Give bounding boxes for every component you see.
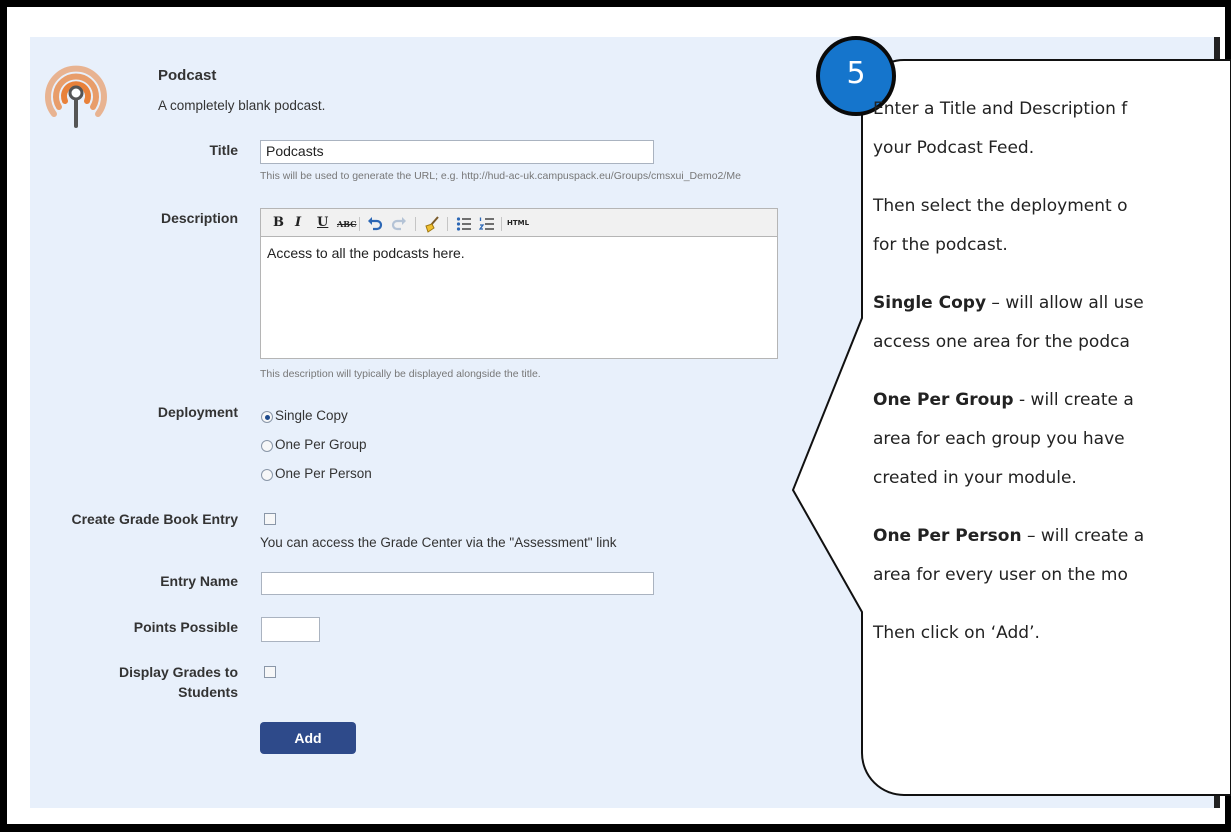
callout-line: access one area for the podca	[873, 332, 1130, 352]
callout-line: created in your module.	[873, 468, 1077, 488]
callout-line: Then select the deployment o	[873, 196, 1128, 216]
callout-line: Enter a Title and Description f	[873, 99, 1128, 119]
callout-bold-term: Single Copy	[873, 293, 987, 313]
callout-term-text: - will create a	[1013, 390, 1134, 410]
callout-bubble	[791, 59, 1231, 796]
callout-bold-term: One Per Group	[873, 390, 1014, 410]
callout-one-per-group: One Per Group - will create a	[873, 387, 1134, 413]
callout-line: your Podcast Feed.	[873, 138, 1035, 158]
callout-line: Then click on ‘Add’.	[873, 623, 1040, 643]
callout-line: for the podcast.	[873, 235, 1008, 255]
callout-term-text: – will allow all use	[986, 293, 1144, 313]
callout-single-copy: Single Copy – will allow all use	[873, 290, 1144, 316]
callout-line: area for each group you have	[873, 429, 1125, 449]
callout-one-per-person: One Per Person – will create a	[873, 523, 1144, 549]
callout-line: area for every user on the mo	[873, 565, 1128, 585]
callout-bold-term: One Per Person	[873, 526, 1022, 546]
callout-term-text: – will create a	[1021, 526, 1145, 546]
